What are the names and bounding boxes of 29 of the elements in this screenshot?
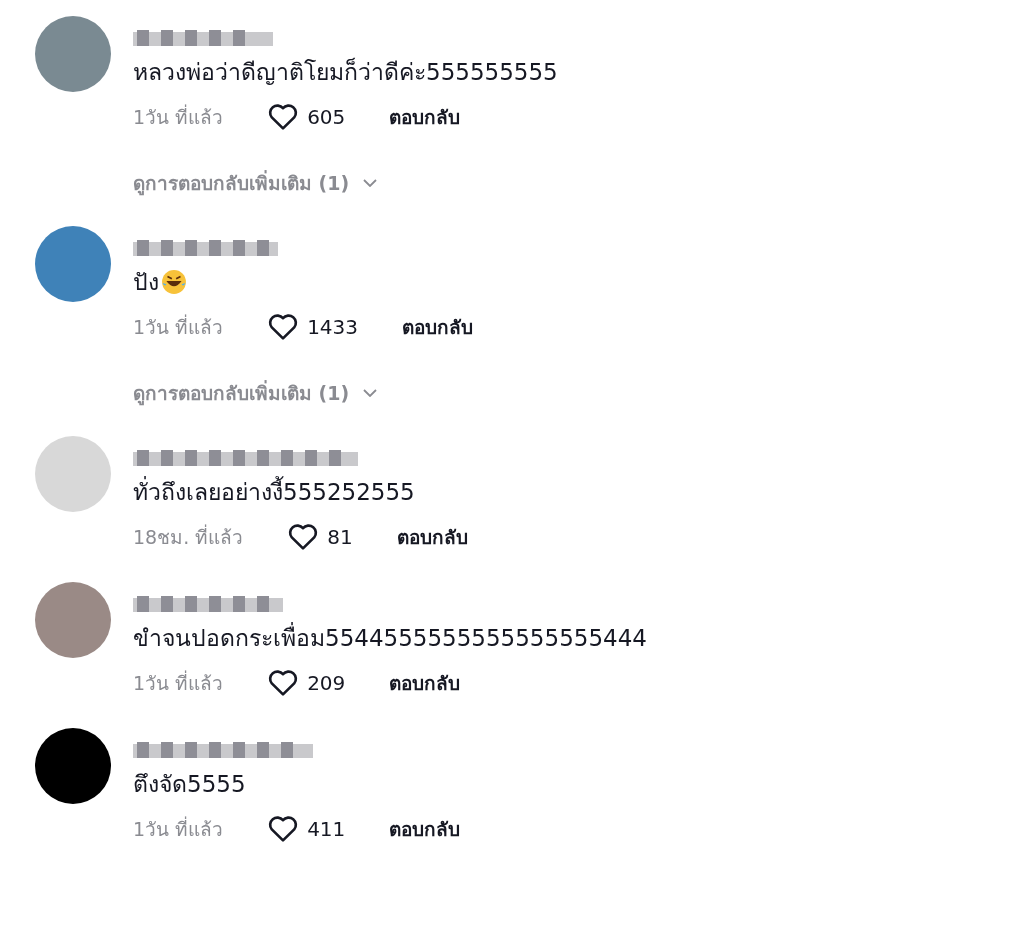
comment-text: ตึงจัด5555 [133, 770, 246, 799]
comment-text: ปัง [133, 268, 159, 297]
laughing-emoji-icon [161, 269, 187, 295]
like-button[interactable]: 411 [267, 813, 346, 845]
comment-text: หลวงพ่อว่าดีญาติโยมก็ว่าดีค่ะ555555555 [133, 56, 558, 87]
reply-button[interactable]: ตอบกลับ [402, 312, 474, 342]
heart-icon [267, 667, 300, 699]
avatar[interactable] [35, 728, 111, 804]
comment-text: ทั่วถึงเลยอย่างงี้555252555 [133, 474, 415, 510]
chevron-down-icon [363, 389, 378, 397]
like-button[interactable]: 1433 [267, 311, 359, 343]
heart-icon [267, 311, 300, 343]
comment-time: 1วัน ที่แล้ว [133, 103, 224, 130]
like-button[interactable]: 209 [267, 667, 346, 699]
heart-icon [267, 813, 300, 845]
comment-time: 1วัน ที่แล้ว [133, 669, 224, 696]
like-button[interactable]: 81 [287, 521, 353, 553]
reply-button[interactable]: ตอบกลับ [389, 814, 461, 844]
comment-time: 18ชม. ที่แล้ว [133, 523, 244, 550]
heart-icon [267, 101, 300, 133]
comment-text: ขำจนปอดกระเพื่อม5544555555555555555444 [133, 620, 647, 656]
heart-icon [287, 521, 320, 553]
like-button[interactable]: 605 [267, 101, 346, 133]
reply-button[interactable]: ตอบกลับ [389, 102, 461, 132]
comment-time: 1วัน ที่แล้ว [133, 815, 224, 842]
comment-time: 1วัน ที่แล้ว [133, 313, 224, 340]
reply-button[interactable]: ตอบกลับ [389, 668, 461, 698]
reply-button[interactable]: ตอบกลับ [396, 522, 468, 552]
chevron-down-icon [363, 179, 378, 187]
